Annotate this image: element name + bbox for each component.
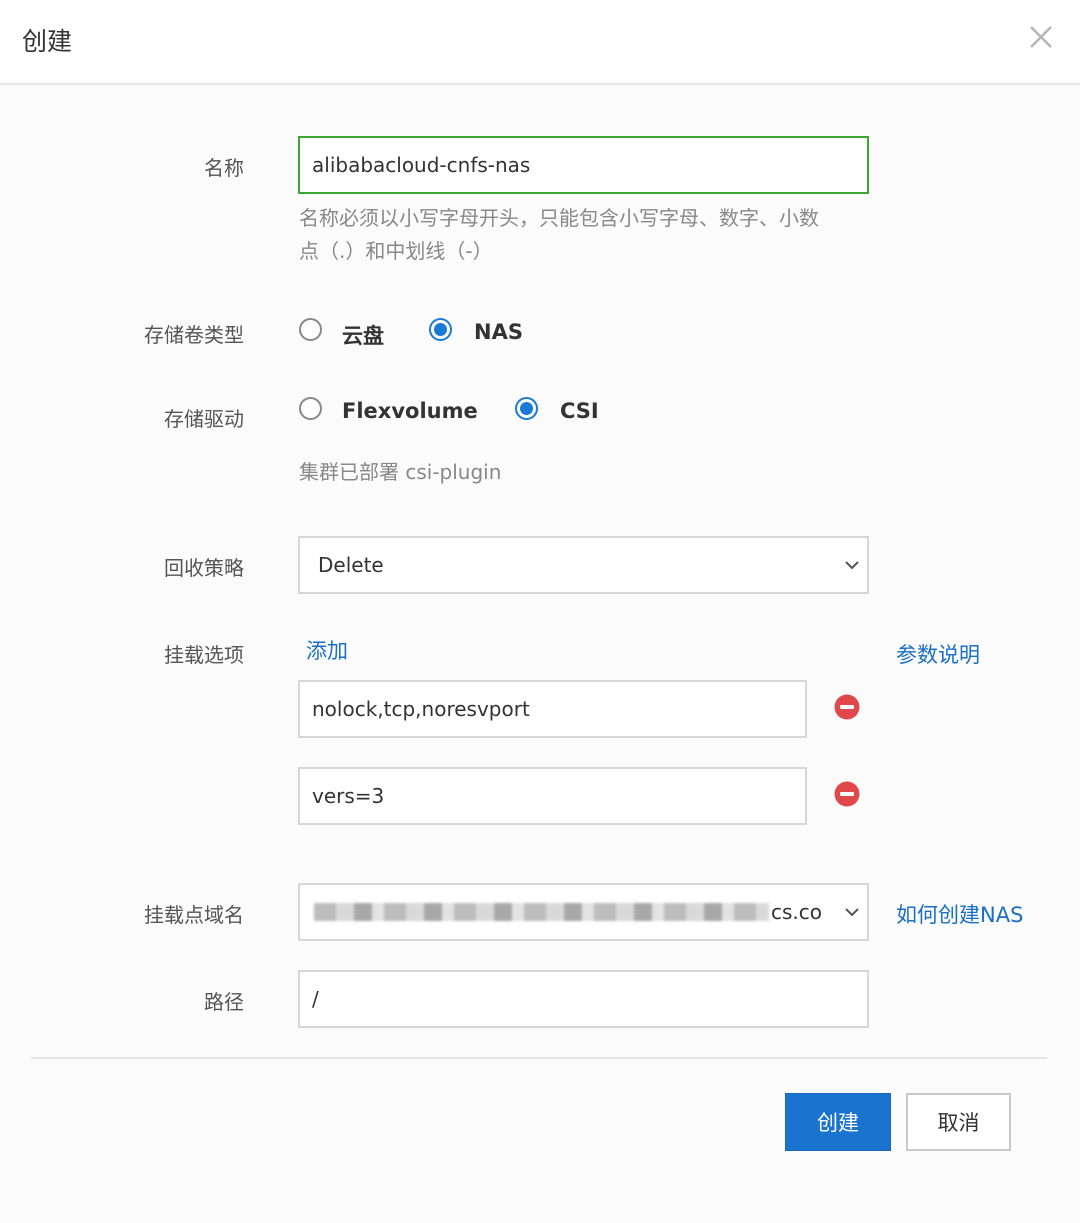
mount-domain-suffix: cs.co — [771, 900, 823, 924]
remove-icon[interactable] — [834, 694, 860, 720]
mount-domain-select[interactable]: cs.co — [298, 883, 869, 941]
chevron-down-icon — [845, 908, 859, 917]
radio-csi[interactable] — [515, 397, 538, 420]
footer-divider — [31, 1057, 1047, 1059]
radio-nas-label[interactable]: NAS — [474, 320, 523, 344]
remove-icon[interactable] — [834, 781, 860, 807]
cancel-button[interactable]: 取消 — [906, 1093, 1011, 1151]
name-label: 名称 — [204, 156, 244, 180]
dialog-title: 创建 — [22, 27, 73, 56]
mount-option-input[interactable]: vers=3 — [298, 767, 807, 825]
path-input[interactable]: / — [298, 970, 869, 1028]
add-mount-option-link[interactable]: 添加 — [306, 635, 348, 665]
radio-disk[interactable] — [299, 318, 322, 341]
reclaim-policy-label: 回收策略 — [164, 556, 244, 580]
name-hint-line2: 点（.）和中划线（-） — [299, 239, 493, 263]
mount-option-value: vers=3 — [312, 784, 385, 808]
redacted-domain — [314, 903, 769, 921]
radio-flexvolume[interactable] — [299, 397, 322, 420]
parameter-help-link[interactable]: 参数说明 — [896, 639, 980, 669]
chevron-down-icon — [845, 561, 859, 570]
how-to-create-nas-link[interactable]: 如何创建NAS — [896, 899, 1023, 929]
mount-options-label: 挂载选项 — [164, 643, 244, 667]
reclaim-policy-select[interactable]: Delete — [298, 536, 869, 594]
driver-note: 集群已部署 csi-plugin — [299, 460, 502, 484]
name-hint-line1: 名称必须以小写字母开头，只能包含小写字母、数字、小数 — [299, 206, 819, 230]
driver-label: 存储驱动 — [164, 407, 244, 431]
reclaim-policy-value: Delete — [318, 553, 384, 577]
name-input[interactable]: alibabacloud-cnfs-nas — [298, 136, 869, 194]
volume-type-label: 存储卷类型 — [144, 323, 244, 347]
dialog-header: 创建 — [0, 0, 1080, 85]
mount-domain-label: 挂载点域名 — [144, 903, 244, 927]
radio-nas[interactable] — [429, 318, 452, 341]
radio-flexvolume-label[interactable]: Flexvolume — [342, 399, 478, 423]
mount-option-value: nolock,tcp,noresvport — [312, 697, 530, 721]
name-input-value: alibabacloud-cnfs-nas — [312, 153, 531, 177]
create-button[interactable]: 创建 — [785, 1093, 891, 1151]
radio-disk-label[interactable]: 云盘 — [342, 320, 384, 350]
name-hint: 名称必须以小写字母开头，只能包含小写字母、数字、小数 点（.）和中划线（-） — [299, 202, 819, 268]
close-icon[interactable] — [1022, 18, 1060, 56]
radio-csi-label[interactable]: CSI — [560, 399, 599, 423]
path-label: 路径 — [204, 990, 244, 1014]
path-value: / — [312, 987, 319, 1011]
mount-option-input[interactable]: nolock,tcp,noresvport — [298, 680, 807, 738]
